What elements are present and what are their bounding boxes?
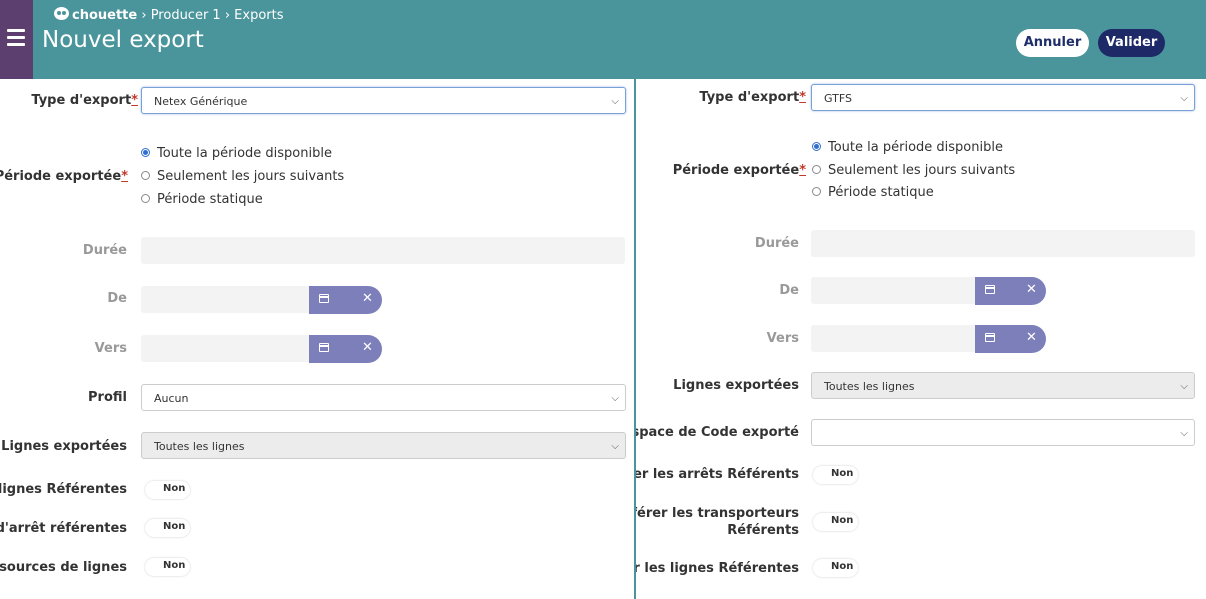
lines-label: Lignes exportées: [673, 378, 799, 393]
lines-value: Toutes les lignes: [824, 380, 915, 393]
page-title: Nouvel export: [42, 27, 204, 53]
close-icon[interactable]: ✕: [1026, 282, 1037, 297]
chevron-down-icon: ⌵: [611, 393, 619, 404]
chevron-down-icon: ⌵: [1180, 381, 1188, 392]
export-type-select[interactable]: GTFS ⌵: [811, 84, 1195, 111]
calendar-icon[interactable]: [985, 285, 995, 294]
radio-icon: [812, 187, 821, 196]
export-type-value: GTFS: [824, 92, 852, 105]
referent-stops-label: s d'arrêt référentes: [0, 521, 127, 536]
radio-icon: [141, 171, 150, 180]
from-label: De: [779, 283, 799, 298]
calendar-icon[interactable]: [985, 333, 995, 342]
period-label: Période exportée*: [0, 169, 128, 184]
line-resources-toggle[interactable]: Non: [145, 558, 190, 576]
referent-carriers-label: 'référer les transporteursRéférents: [636, 506, 799, 538]
profile-value: Aucun: [154, 392, 189, 405]
to-date-input[interactable]: [811, 325, 981, 352]
from-date-input[interactable]: [811, 277, 981, 304]
from-date-controls: ✕: [309, 286, 382, 314]
calendar-icon[interactable]: [319, 294, 329, 303]
line-resources-label: essources de lignes: [0, 560, 127, 575]
to-date-controls: ✕: [309, 335, 382, 363]
radio-static-period[interactable]: Période statique: [812, 185, 934, 200]
to-label: Vers: [766, 331, 799, 346]
referent-stops-toggle[interactable]: Non: [145, 519, 190, 537]
chevron-down-icon: ⌵: [611, 96, 619, 107]
duration-input[interactable]: [141, 237, 625, 264]
left-export-form: Type d'export* Netex Générique ⌵ Période …: [0, 79, 634, 599]
referent-stops-label: férer les arrêts Référents: [636, 467, 799, 482]
referent-lines-label: es lignes Référentes: [0, 482, 127, 497]
logo-text[interactable]: chouette: [72, 8, 137, 23]
to-date-input[interactable]: [141, 335, 311, 362]
radio-following-days[interactable]: Seulement les jours suivants: [141, 169, 344, 184]
breadcrumb-path[interactable]: › Producer 1 › Exports: [141, 8, 283, 23]
radio-icon: [141, 194, 150, 203]
radio-all-period[interactable]: Toute la période disponible: [812, 140, 1003, 155]
duration-label: Durée: [82, 243, 127, 258]
referent-carriers-toggle[interactable]: Non: [813, 513, 858, 531]
lines-select[interactable]: Toutes les lignes ⌵: [141, 432, 626, 459]
export-type-label: Type d'export*: [31, 93, 138, 108]
radio-icon: [812, 165, 821, 174]
from-label: De: [107, 291, 127, 306]
referent-stops-toggle[interactable]: Non: [813, 466, 858, 484]
submit-button[interactable]: Valider: [1098, 29, 1165, 57]
from-date-input[interactable]: [141, 286, 311, 313]
from-date-controls: ✕: [975, 277, 1046, 305]
radio-all-period[interactable]: Toute la période disponible: [141, 146, 332, 161]
breadcrumb: chouette › Producer 1 › Exports: [54, 7, 284, 23]
to-label: Vers: [94, 341, 127, 356]
referent-lines-label: érer les lignes Référentes: [636, 561, 799, 576]
cancel-button[interactable]: Annuler: [1016, 29, 1089, 57]
chevron-down-icon: ⌵: [611, 441, 619, 452]
duration-input[interactable]: [811, 230, 1195, 257]
calendar-icon[interactable]: [319, 343, 329, 352]
referent-lines-toggle[interactable]: Non: [813, 559, 858, 577]
codespace-select[interactable]: ⌵: [811, 419, 1195, 446]
menu-button[interactable]: [0, 0, 33, 79]
radio-selected-icon: [812, 142, 821, 151]
radio-static-period[interactable]: Période statique: [141, 192, 263, 207]
export-type-label: Type d'export*: [699, 90, 806, 105]
radio-following-days[interactable]: Seulement les jours suivants: [812, 163, 1015, 178]
lines-label: Lignes exportées: [1, 439, 127, 454]
chevron-down-icon: ⌵: [1180, 93, 1188, 104]
codespace-label: Espace de Code exporté: [636, 425, 799, 440]
profile-select[interactable]: Aucun ⌵: [141, 384, 626, 411]
radio-selected-icon: [141, 148, 150, 157]
close-icon[interactable]: ✕: [362, 291, 373, 306]
lines-select[interactable]: Toutes les lignes ⌵: [811, 372, 1195, 399]
profile-label: Profil: [88, 390, 127, 405]
lines-value: Toutes les lignes: [154, 440, 245, 453]
right-export-form: Type d'export* GTFS ⌵ Période exportée* T…: [636, 79, 1206, 599]
chevron-down-icon: ⌵: [1180, 428, 1188, 439]
to-date-controls: ✕: [975, 325, 1046, 353]
close-icon[interactable]: ✕: [362, 340, 373, 355]
period-label: Période exportée*: [672, 163, 806, 178]
close-icon[interactable]: ✕: [1026, 330, 1037, 345]
referent-lines-toggle[interactable]: Non: [145, 481, 190, 499]
export-type-value: Netex Générique: [154, 95, 248, 108]
owl-logo-icon: [54, 7, 69, 20]
export-type-select[interactable]: Netex Générique ⌵: [141, 87, 626, 114]
duration-label: Durée: [754, 236, 799, 251]
